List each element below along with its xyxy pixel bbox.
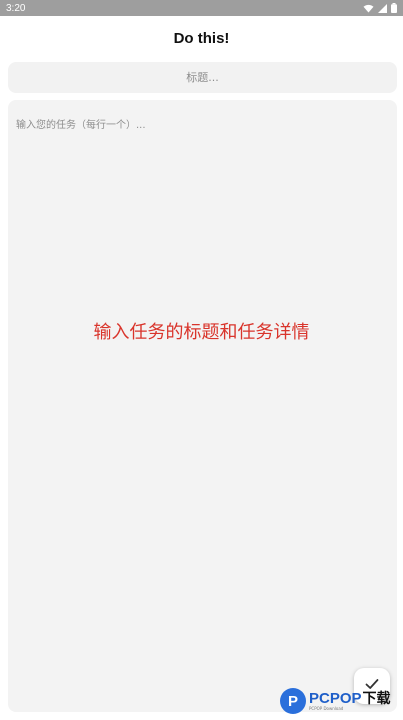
watermark-brand-line: PCPOP 下载 [309, 691, 391, 706]
status-icons [363, 3, 397, 13]
page-title: Do this! [173, 30, 230, 47]
title-input[interactable] [8, 62, 397, 93]
watermark-text: PCPOP 下载 PCPOP Download [309, 691, 391, 711]
status-bar: 3:20 [0, 0, 403, 16]
wifi-icon [363, 4, 374, 13]
battery-icon [391, 3, 397, 13]
signal-icon [378, 3, 387, 13]
watermark-tagline: PCPOP Download [309, 706, 344, 711]
watermark-logo-icon: P [280, 688, 306, 714]
watermark-suffix: 下载 [362, 690, 391, 706]
watermark-brand: PCPOP [309, 690, 362, 707]
watermark: P PCPOP 下载 PCPOP Download [280, 682, 403, 720]
tasks-textarea[interactable] [8, 100, 397, 712]
status-time: 3:20 [6, 2, 26, 14]
